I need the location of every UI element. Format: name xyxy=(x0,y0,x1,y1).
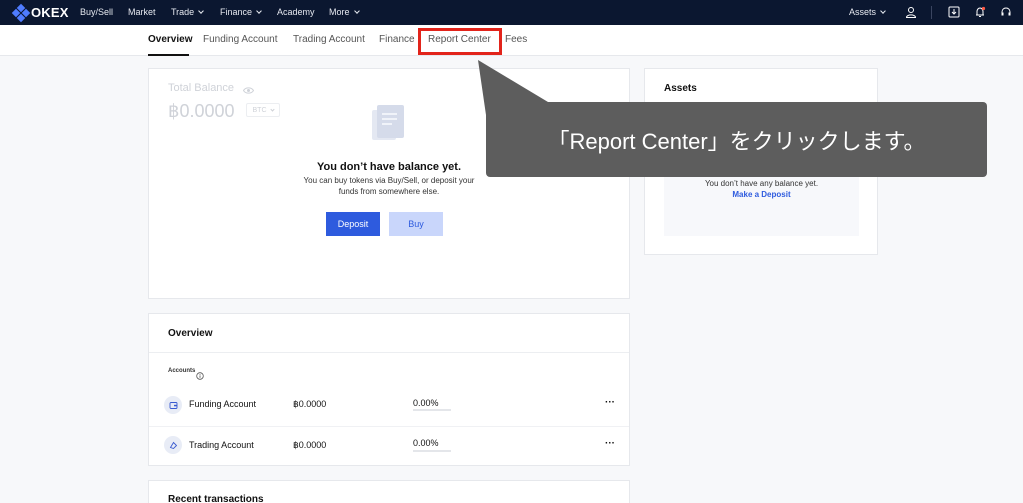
currency-select-value: BTC xyxy=(252,106,267,114)
eye-icon[interactable] xyxy=(242,82,255,100)
empty-balance-text-line-2: funds from somewhere else. xyxy=(338,187,440,196)
nav-divider xyxy=(931,6,932,19)
overview-card: Overview Accounts Funding Account ฿0.000… xyxy=(148,313,630,466)
tab-finance[interactable]: Finance xyxy=(379,34,415,46)
report-center-highlight xyxy=(418,28,502,55)
trading-account-icon xyxy=(164,436,182,454)
deposit-button[interactable]: Deposit xyxy=(326,212,380,236)
nav-more-label: More xyxy=(329,7,350,17)
funding-account-icon xyxy=(164,396,182,414)
nav-finance-label: Finance xyxy=(220,7,253,17)
buy-button[interactable]: Buy xyxy=(389,212,443,236)
account-tabs: Overview Funding Account Trading Account… xyxy=(0,25,1023,56)
chevron-down-icon xyxy=(256,8,262,14)
overview-title: Overview xyxy=(168,328,213,339)
trading-account-progress xyxy=(413,450,451,452)
tab-fees[interactable]: Fees xyxy=(505,34,527,46)
row-divider xyxy=(149,426,629,427)
chevron-down-icon xyxy=(880,8,886,14)
nav-buy-sell[interactable]: Buy/Sell xyxy=(80,6,113,19)
tab-trading-account[interactable]: Trading Account xyxy=(293,34,365,46)
trading-account-more-icon[interactable]: ··· xyxy=(605,438,615,449)
instruction-callout: 「Report Center」をクリックします。 xyxy=(486,102,987,177)
funding-account-progress xyxy=(413,409,451,411)
bell-icon[interactable] xyxy=(973,5,987,19)
download-icon[interactable] xyxy=(947,5,961,19)
assets-empty-text: You don’t have any balance yet. xyxy=(704,179,819,188)
chevron-down-icon xyxy=(353,8,360,14)
funding-account-name[interactable]: Funding Account xyxy=(189,399,256,409)
nav-finance[interactable]: Finance xyxy=(220,6,262,19)
make-deposit-link[interactable]: Make a Deposit xyxy=(664,190,859,199)
tab-funding-account[interactable]: Funding Account xyxy=(203,34,278,46)
assets-title: Assets xyxy=(664,83,697,94)
nav-trade[interactable]: Trade xyxy=(171,6,205,19)
funding-account-more-icon[interactable]: ··· xyxy=(605,397,615,408)
top-navigation: OKEX Buy/Sell Market Trade Finance Acade… xyxy=(0,0,1023,25)
funding-account-percent: 0.00% xyxy=(413,398,439,408)
nav-trade-label: Trade xyxy=(171,7,195,17)
headset-icon[interactable] xyxy=(999,5,1013,19)
active-tab-indicator xyxy=(148,54,189,56)
user-icon[interactable] xyxy=(904,5,918,19)
okex-logo-icon xyxy=(11,3,31,22)
total-balance-amount: ฿0.0000 xyxy=(168,101,235,121)
info-icon[interactable] xyxy=(196,367,204,385)
tab-overview[interactable]: Overview xyxy=(148,34,192,46)
empty-document-icon xyxy=(370,104,408,149)
nav-market[interactable]: Market xyxy=(128,6,156,19)
accounts-label: Accounts xyxy=(168,368,196,374)
chevron-down-icon xyxy=(269,106,275,112)
nav-academy[interactable]: Academy xyxy=(277,6,315,19)
brand-name: OKEX xyxy=(31,5,69,20)
currency-select[interactable]: BTC xyxy=(246,103,280,117)
empty-balance-text-line-1: You can buy tokens via Buy/Sell, or depo… xyxy=(303,176,475,185)
total-balance-label: Total Balance xyxy=(168,82,235,94)
nav-assets[interactable]: Assets xyxy=(849,6,886,19)
okex-logo[interactable]: OKEX xyxy=(11,3,69,22)
trading-account-percent: 0.00% xyxy=(413,438,439,448)
nav-assets-label: Assets xyxy=(849,7,877,17)
nav-more[interactable]: More xyxy=(329,6,360,19)
funding-account-balance: ฿0.0000 xyxy=(293,399,327,409)
chevron-down-icon xyxy=(198,8,205,14)
recent-transactions-card: Recent transactions xyxy=(148,480,630,503)
recent-transactions-title: Recent transactions xyxy=(168,494,264,503)
trading-account-balance: ฿0.0000 xyxy=(293,440,327,450)
trading-account-name[interactable]: Trading Account xyxy=(189,440,254,450)
overview-divider xyxy=(149,352,629,353)
